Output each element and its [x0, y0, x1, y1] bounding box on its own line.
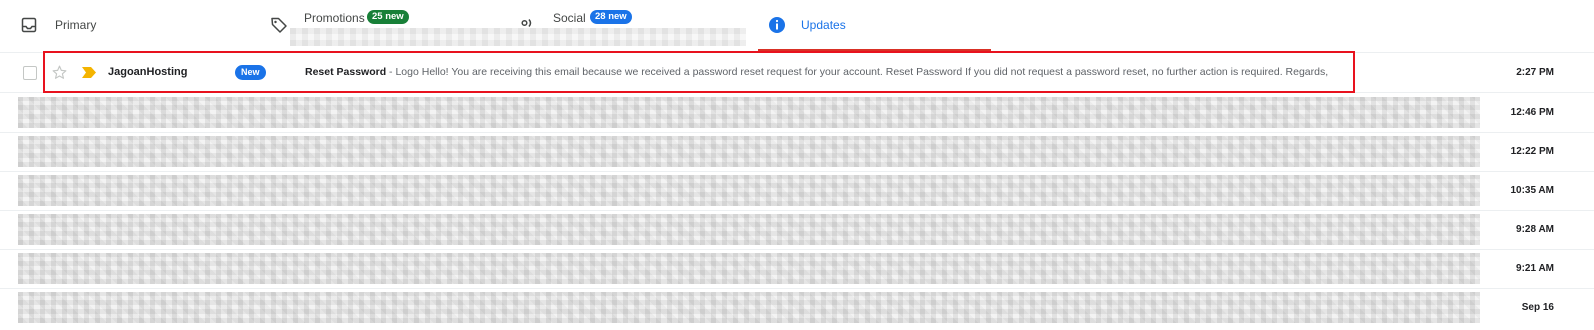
email-time: 12:22 PM	[1510, 146, 1554, 157]
select-checkbox[interactable]	[23, 66, 37, 80]
inbox-page: Primary Promotions 25 new Social 28 new	[0, 0, 1594, 330]
redacted-email-content	[18, 97, 1480, 128]
star-icon[interactable]	[51, 64, 68, 81]
redacted-email-content	[18, 253, 1480, 284]
importance-marker-icon[interactable]	[82, 67, 96, 78]
category-tabs: Primary Promotions 25 new Social 28 new	[0, 0, 1594, 53]
email-snippet: Logo Hello! You are receiving this email…	[395, 66, 1329, 78]
redacted-email-content	[18, 292, 1480, 323]
email-time: 9:21 AM	[1516, 263, 1554, 274]
email-time: 10:35 AM	[1510, 185, 1554, 196]
subject-separator: -	[389, 66, 393, 78]
tab-promotions-label: Promotions	[304, 11, 365, 25]
new-chip: New	[235, 65, 266, 80]
email-time: Sep 16	[1521, 302, 1554, 313]
inbox-icon	[21, 17, 37, 33]
tab-primary[interactable]: Primary	[0, 0, 262, 52]
redacted-tab-preview	[290, 28, 746, 46]
redacted-email-content	[18, 214, 1480, 245]
email-time: 12:46 PM	[1510, 107, 1554, 118]
social-new-badge: 28 new	[590, 10, 632, 24]
email-row[interactable]: 12:22 PM	[0, 132, 1594, 172]
tag-icon	[271, 17, 287, 33]
tab-updates-label: Updates	[801, 18, 846, 32]
info-icon	[769, 17, 785, 33]
email-time: 2:27 PM	[1516, 67, 1554, 78]
email-row[interactable]: 12:46 PM	[0, 93, 1594, 133]
email-row[interactable]: JagoanHosting New Reset Password - Logo …	[0, 53, 1594, 93]
email-row[interactable]: 10:35 AM	[0, 171, 1594, 211]
email-subject: Reset Password	[305, 66, 387, 78]
active-tab-indicator	[758, 49, 991, 52]
redacted-email-content	[18, 175, 1480, 206]
tab-updates[interactable]: Updates	[758, 0, 991, 52]
email-row[interactable]: 9:28 AM	[0, 210, 1594, 250]
tab-social-label: Social	[553, 11, 586, 25]
tab-primary-label: Primary	[55, 18, 97, 32]
email-row[interactable]: Sep 16	[0, 288, 1594, 330]
email-message: Reset Password - Logo Hello! You are rec…	[305, 53, 1335, 92]
email-sender: JagoanHosting	[108, 66, 188, 78]
email-time: 9:28 AM	[1516, 224, 1554, 235]
promotions-new-badge: 25 new	[367, 10, 409, 24]
email-row[interactable]: 9:21 AM	[0, 249, 1594, 289]
redacted-email-content	[18, 136, 1480, 167]
